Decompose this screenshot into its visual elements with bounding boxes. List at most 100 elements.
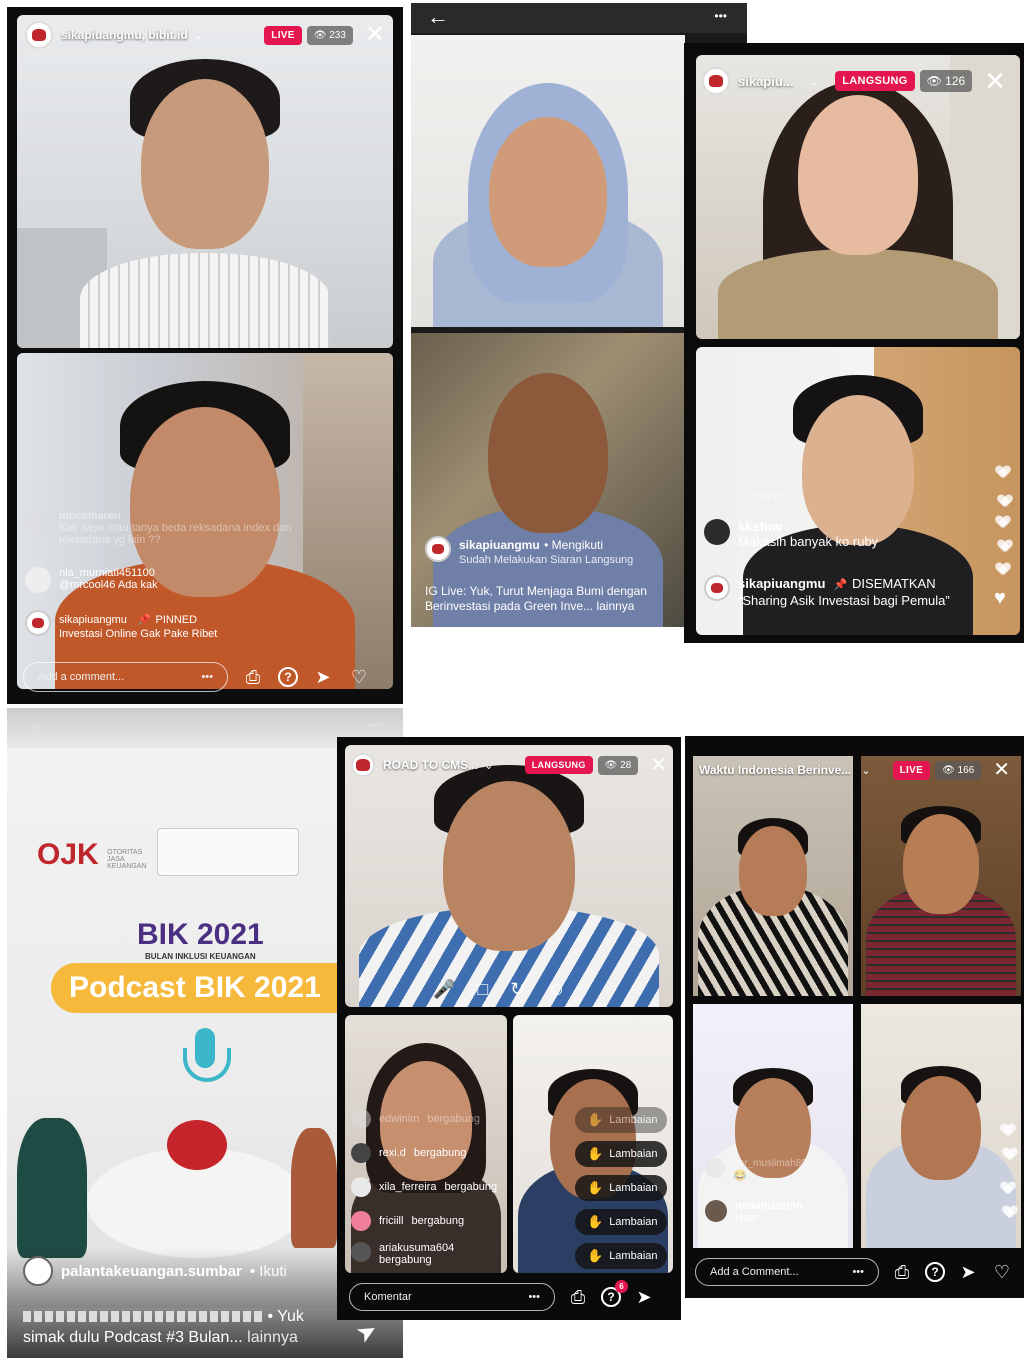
more-icon[interactable]: ••• [201, 671, 213, 683]
avatar [351, 1177, 371, 1197]
add-guest-icon[interactable]: ⎙ [567, 1286, 589, 1308]
avatar [25, 567, 51, 593]
eye-icon: 👁 [942, 764, 958, 776]
wave-button[interactable]: ✋ Lambaian [575, 1209, 667, 1235]
live-badge: LANGSUNG [524, 756, 593, 774]
live-panel-5: ROAD TO CMS... ⌄ LANGSUNG 👁 28 ✕ 🎤 □ ↻ ☺… [337, 737, 681, 1320]
more-link[interactable]: lainnya [247, 1329, 298, 1346]
unreadable-text [23, 1311, 263, 1323]
question-icon[interactable]: ? [925, 1262, 945, 1282]
avatar [704, 575, 730, 601]
chevron-down-icon[interactable]: ⌄ [861, 764, 870, 777]
host-video-top [696, 55, 1020, 339]
follow-button[interactable]: • Mengikuti [544, 538, 603, 552]
wave-button[interactable]: ✋ Lambaian [575, 1141, 667, 1167]
question-icon[interactable]: ? 6 [601, 1280, 628, 1307]
heart-icon[interactable]: ♡ [991, 1261, 1013, 1283]
wave-button[interactable]: ✋ Lambaian [575, 1107, 667, 1133]
eye-icon: 👁 [604, 759, 621, 771]
comment-item: Yeayyy [744, 486, 786, 501]
live-header: Waktu Indonesia Berinve... ⌄ LIVE 👁 166 … [685, 760, 1024, 780]
more-icon[interactable]: ••• [528, 1291, 540, 1303]
back-arrow-icon[interactable]: ← [427, 4, 449, 30]
comment-input[interactable]: Komentar ••• [349, 1283, 555, 1311]
heart-icon[interactable]: ♡ [348, 666, 370, 688]
avatar [705, 1158, 725, 1178]
camera-icon[interactable]: □ [477, 979, 488, 1000]
avatar [25, 610, 51, 636]
send-icon[interactable]: ➤ [957, 1261, 979, 1283]
send-icon[interactable]: ➤ [633, 1286, 655, 1308]
add-guest-icon[interactable]: ⎙ [891, 1261, 913, 1283]
close-icon[interactable]: ✕ [984, 68, 1006, 94]
flip-camera-icon[interactable]: ↻ [510, 979, 525, 1000]
join-item: rexi.d bergabung [351, 1143, 467, 1163]
account-username[interactable]: sikapiu... [738, 74, 794, 89]
avatar [25, 510, 51, 536]
floating-heart-icon [1001, 1124, 1015, 1137]
avatar[interactable] [425, 536, 451, 562]
video-controls: 🎤 □ ↻ ☺ [433, 979, 566, 1000]
viewer-count: 👁 166 [935, 760, 982, 780]
viewer-count: 👁 126 [919, 70, 973, 92]
microphone-icon[interactable]: 🎤 [433, 979, 455, 1000]
add-guest-icon[interactable]: ⎙ [242, 666, 264, 688]
pinned-comment: sikapiuangmu 📌 PINNED Investasi Online G… [25, 610, 217, 640]
chevron-down-icon[interactable]: ⌄ [484, 759, 493, 772]
account-username[interactable]: sikapiuangmu, bibit.id [61, 28, 188, 42]
heart-icon[interactable]: ♥ [994, 587, 1006, 610]
ojk-logo: OJK OTORITAS JASA KEUANGAN [37, 838, 147, 871]
viewer-count: 👁 233 [306, 25, 353, 45]
waving-hand-icon: ✋ [587, 1180, 604, 1195]
floating-heart-icon [998, 540, 1012, 553]
notification-badge: 6 [615, 1280, 628, 1293]
account-avatar[interactable] [25, 21, 53, 49]
wave-button[interactable]: ✋ Lambaian [575, 1243, 667, 1269]
comment-input[interactable]: Add a Comment... ••• [695, 1258, 879, 1286]
guest-video-tl [693, 756, 853, 996]
more-link[interactable]: lainnya [596, 599, 634, 613]
avatar[interactable] [23, 1256, 53, 1286]
follow-button[interactable]: • Ikuti [250, 1263, 287, 1280]
avatar [351, 1109, 371, 1129]
chevron-down-icon[interactable]: ⌄ [810, 75, 819, 88]
host-left [17, 1118, 87, 1258]
avatar [351, 1211, 371, 1231]
chevron-down-icon[interactable]: ⌄ [194, 29, 203, 42]
more-icon[interactable]: ••• [714, 9, 727, 23]
close-icon[interactable]: ✕ [365, 23, 385, 47]
account-username[interactable]: Waktu Indonesia Berinve... [699, 763, 851, 777]
account-avatar[interactable] [351, 753, 375, 777]
effects-icon[interactable]: ☺ [547, 979, 565, 1000]
live-badge: LANGSUNG [835, 71, 915, 91]
close-icon[interactable]: ✕ [993, 760, 1010, 780]
join-item: xila_ferreira bergabung [351, 1177, 497, 1197]
comment-bar: Komentar ••• ⎙ ? 6 ➤ [349, 1280, 655, 1311]
live-header: sikapiuangmu, bibit.id ⌄ LIVE 👁 233 ✕ [7, 21, 403, 49]
avatar [705, 1200, 727, 1222]
close-icon[interactable]: ✕ [650, 755, 667, 775]
send-icon[interactable]: ➤ [312, 666, 334, 688]
comment-input[interactable]: Add a comment... ••• [23, 662, 228, 692]
wave-button[interactable]: ✋ Lambaian [575, 1175, 667, 1201]
question-icon[interactable]: ? [278, 667, 298, 687]
live-badge: LIVE [264, 25, 302, 45]
guest-video-top [411, 35, 685, 327]
viewer-count: 👁 28 [597, 755, 639, 775]
eye-icon: 👁 [926, 74, 946, 88]
host-video-top [17, 15, 393, 348]
join-item: friciill bergabung [351, 1211, 464, 1231]
floating-heart-icon [1001, 1182, 1015, 1195]
comment-item: nur_muslimah89 😂 [705, 1158, 807, 1182]
more-icon[interactable]: ••• [852, 1266, 864, 1278]
eye-icon: 👁 [313, 29, 330, 41]
studio-video: OJK OTORITAS JASA KEUANGAN BIK 2021 BULA… [7, 748, 337, 1308]
comment-item: nadahuseinn Halo [705, 1200, 803, 1224]
waving-hand-icon: ✋ [587, 1248, 604, 1263]
host-info: sikapiuangmu • Mengikuti Sudah Melakukan… [425, 536, 633, 566]
guest-video-br [861, 1004, 1021, 1248]
account-username[interactable]: ROAD TO CMS... [383, 758, 478, 772]
live-badge: LIVE [892, 760, 931, 780]
host-info: palantakeuangan.sumbar • Ikuti [23, 1256, 287, 1286]
account-avatar[interactable] [702, 67, 730, 95]
